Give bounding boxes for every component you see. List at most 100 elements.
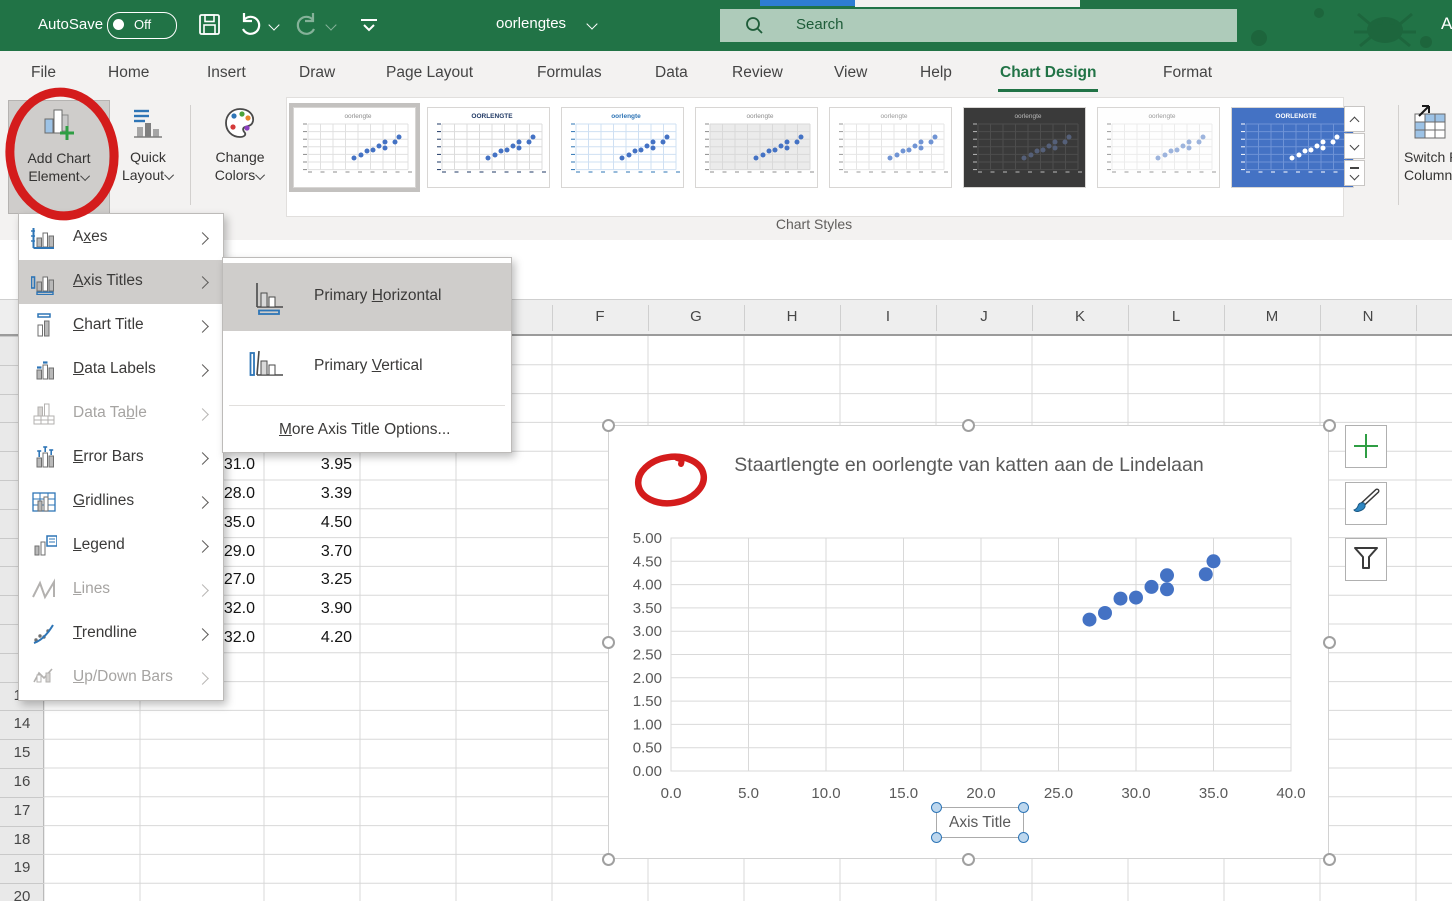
column-header-L[interactable]: L <box>1128 308 1224 325</box>
tab-page-layout[interactable]: Page Layout <box>386 64 473 82</box>
svg-text:4.50: 4.50 <box>633 553 662 570</box>
chart-style-thumbnail-1[interactable]: oorlengte <box>293 107 416 188</box>
chart-style-thumbnail-7[interactable]: oorlengte <box>1097 107 1220 188</box>
add-chart-element-button[interactable]: Add Chart Element <box>8 100 110 214</box>
tab-view[interactable]: View <box>834 64 867 82</box>
chevron-right-icon <box>196 452 209 465</box>
data-point[interactable] <box>1114 592 1128 606</box>
filename-dropdown-caret[interactable] <box>586 18 597 29</box>
column-header-J[interactable]: J <box>936 308 1032 325</box>
gallery-more-button[interactable] <box>1344 160 1365 186</box>
chart-style-thumbnail-4[interactable]: oorlengte <box>695 107 818 188</box>
chart-resize-handle[interactable] <box>962 853 975 866</box>
menu-item-axis-titles[interactable]: Axis Titles <box>19 260 223 304</box>
tab-help[interactable]: Help <box>920 64 952 82</box>
data-point[interactable] <box>1199 567 1213 581</box>
filter-icon <box>1352 545 1380 573</box>
switch-row-column-button[interactable]: Switch Row/ Column <box>1404 100 1452 212</box>
menu-item-up-down-bars[interactable]: Up/Down Bars <box>19 656 223 700</box>
tab-insert[interactable]: Insert <box>207 64 246 82</box>
column-header-F[interactable]: F <box>552 308 648 325</box>
svg-text:oorlengte: oorlengte <box>880 113 907 120</box>
column-header-M[interactable]: M <box>1224 308 1320 325</box>
add-chart-element-label-1: Add Chart <box>27 150 90 166</box>
search-box[interactable]: Search <box>720 9 1237 42</box>
redo-dropdown-caret[interactable] <box>325 19 336 30</box>
column-header-N[interactable]: N <box>1320 308 1416 325</box>
submenu-item-more-axis-title-options[interactable]: More Axis Title Options... <box>223 408 511 454</box>
menu-item-label: Trendline <box>73 624 137 642</box>
menu-item-gridlines[interactable]: Gridlines <box>19 480 223 524</box>
chevron-right-icon <box>196 364 209 377</box>
data-point[interactable] <box>1129 591 1143 605</box>
tab-home[interactable]: Home <box>108 64 149 82</box>
column-header-I[interactable]: I <box>840 308 936 325</box>
menu-item-legend[interactable]: Legend <box>19 524 223 568</box>
account-initial[interactable]: A <box>1441 14 1452 34</box>
data-point[interactable] <box>1160 582 1174 596</box>
menu-item-data-table[interactable]: Data Table <box>19 392 223 436</box>
chart-style-thumbnail-3[interactable]: oorlengte <box>561 107 684 188</box>
chart-elements-button[interactable] <box>1345 425 1387 468</box>
data-point[interactable] <box>1098 606 1112 620</box>
chart-resize-handle[interactable] <box>602 853 615 866</box>
menu-item-chart-title[interactable]: Chart Title <box>19 304 223 348</box>
chart-resize-handle[interactable] <box>602 419 615 432</box>
menu-item-axes[interactable]: Axes <box>19 216 223 260</box>
undo-dropdown-caret[interactable] <box>268 19 279 30</box>
tab-draw[interactable]: Draw <box>299 64 335 82</box>
chart-resize-handle[interactable] <box>602 636 615 649</box>
redo-icon[interactable] <box>293 10 323 40</box>
data-point[interactable] <box>1083 613 1097 627</box>
axis-title-box[interactable]: Axis Title <box>936 807 1024 838</box>
column-header-H[interactable]: H <box>744 308 840 325</box>
undo-icon[interactable] <box>236 10 266 40</box>
chevron-right-icon <box>196 408 209 421</box>
menu-item-lines[interactable]: Lines <box>19 568 223 612</box>
axis-title-handle[interactable] <box>1018 832 1029 843</box>
tab-chart-design[interactable]: Chart Design <box>1000 64 1096 82</box>
data-point[interactable] <box>1145 580 1159 594</box>
axis-title-handle[interactable] <box>1018 802 1029 813</box>
save-icon[interactable] <box>197 10 227 40</box>
column-header-K[interactable]: K <box>1032 308 1128 325</box>
data-point[interactable] <box>1207 554 1221 568</box>
chart-resize-handle[interactable] <box>1323 419 1336 432</box>
quick-access-toolbar-icon[interactable] <box>356 10 386 40</box>
submenu-item-primary-horizontal[interactable]: Primary Horizontal <box>223 263 511 331</box>
column-header-G[interactable]: G <box>648 308 744 325</box>
tab-review[interactable]: Review <box>732 64 783 82</box>
gridlines-icon <box>31 489 57 515</box>
menu-item-trendline[interactable]: Trendline <box>19 612 223 656</box>
quick-layout-button[interactable]: Quick Layout <box>112 100 184 212</box>
chart-style-thumbnail-5[interactable]: oorlengte <box>829 107 952 188</box>
gallery-scroll-up-button[interactable] <box>1344 106 1365 132</box>
data-point[interactable] <box>1160 568 1174 582</box>
chart-style-thumbnail-6[interactable]: oorlengte <box>963 107 1086 188</box>
axis-title-handle[interactable] <box>931 832 942 843</box>
chart-resize-handle[interactable] <box>962 419 975 432</box>
menu-item-error-bars[interactable]: Error Bars <box>19 436 223 480</box>
svg-text:5.00: 5.00 <box>633 530 662 547</box>
chart-style-thumbnail-8[interactable]: OORLENGTE <box>1231 107 1354 188</box>
autosave-toggle[interactable]: Off <box>107 12 177 39</box>
tab-file[interactable]: File <box>31 64 56 82</box>
chart-card[interactable]: Staartlengte en oorlengte van katten aan… <box>608 425 1329 859</box>
column-header-separator <box>1224 305 1225 331</box>
chart-resize-handle[interactable] <box>1323 853 1336 866</box>
chart-filters-button[interactable] <box>1345 538 1387 581</box>
filename[interactable]: oorlengtes <box>496 15 566 32</box>
chart-style-thumbnail-2[interactable]: OORLENGTE <box>427 107 550 188</box>
gallery-scroll-down-button[interactable] <box>1344 133 1365 159</box>
menu-item-data-labels[interactable]: Data Labels <box>19 348 223 392</box>
chart-resize-handle[interactable] <box>1323 636 1336 649</box>
tab-format[interactable]: Format <box>1163 64 1212 82</box>
chart-styles-button[interactable] <box>1345 482 1387 525</box>
tab-formulas[interactable]: Formulas <box>537 64 602 82</box>
decor-dot <box>1251 30 1267 46</box>
change-colors-button[interactable]: Change Colors <box>198 100 282 212</box>
chart-title-icon <box>31 313 57 339</box>
axis-title-handle[interactable] <box>931 802 942 813</box>
tab-data[interactable]: Data <box>655 64 688 82</box>
submenu-item-primary-vertical[interactable]: Primary Vertical <box>223 331 511 403</box>
